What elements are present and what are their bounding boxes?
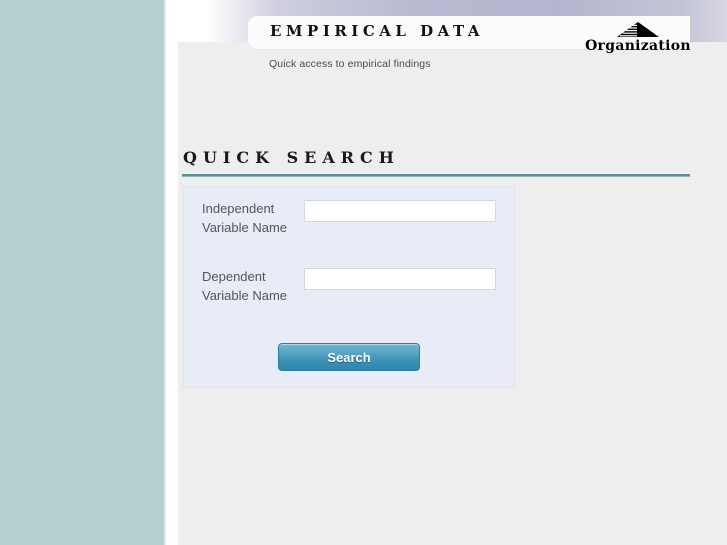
organization-name: Organization xyxy=(585,38,691,54)
site-tagline: Quick access to empirical findings xyxy=(269,58,431,70)
independent-variable-label: Independent Variable Name xyxy=(202,201,288,235)
page-root: EMPIRICAL DATA Organization Quick access… xyxy=(0,0,727,545)
section-divider xyxy=(182,174,690,177)
dependent-variable-input[interactable] xyxy=(304,268,496,290)
section-heading: QUICK SEARCH xyxy=(183,148,400,167)
page-gutter xyxy=(166,0,178,545)
page-title: EMPIRICAL DATA xyxy=(270,22,484,40)
left-sidebar-panel xyxy=(0,0,163,545)
main-content-area: EMPIRICAL DATA Organization Quick access… xyxy=(178,0,727,545)
mountain-pyramid-icon xyxy=(617,22,659,37)
search-button[interactable]: Search xyxy=(278,343,420,371)
dependent-variable-label: Dependent Variable Name xyxy=(202,269,288,303)
independent-variable-input[interactable] xyxy=(304,200,496,222)
organization-logo: Organization xyxy=(574,22,702,53)
quick-search-panel: Independent Variable Name Dependent Vari… xyxy=(183,186,515,388)
